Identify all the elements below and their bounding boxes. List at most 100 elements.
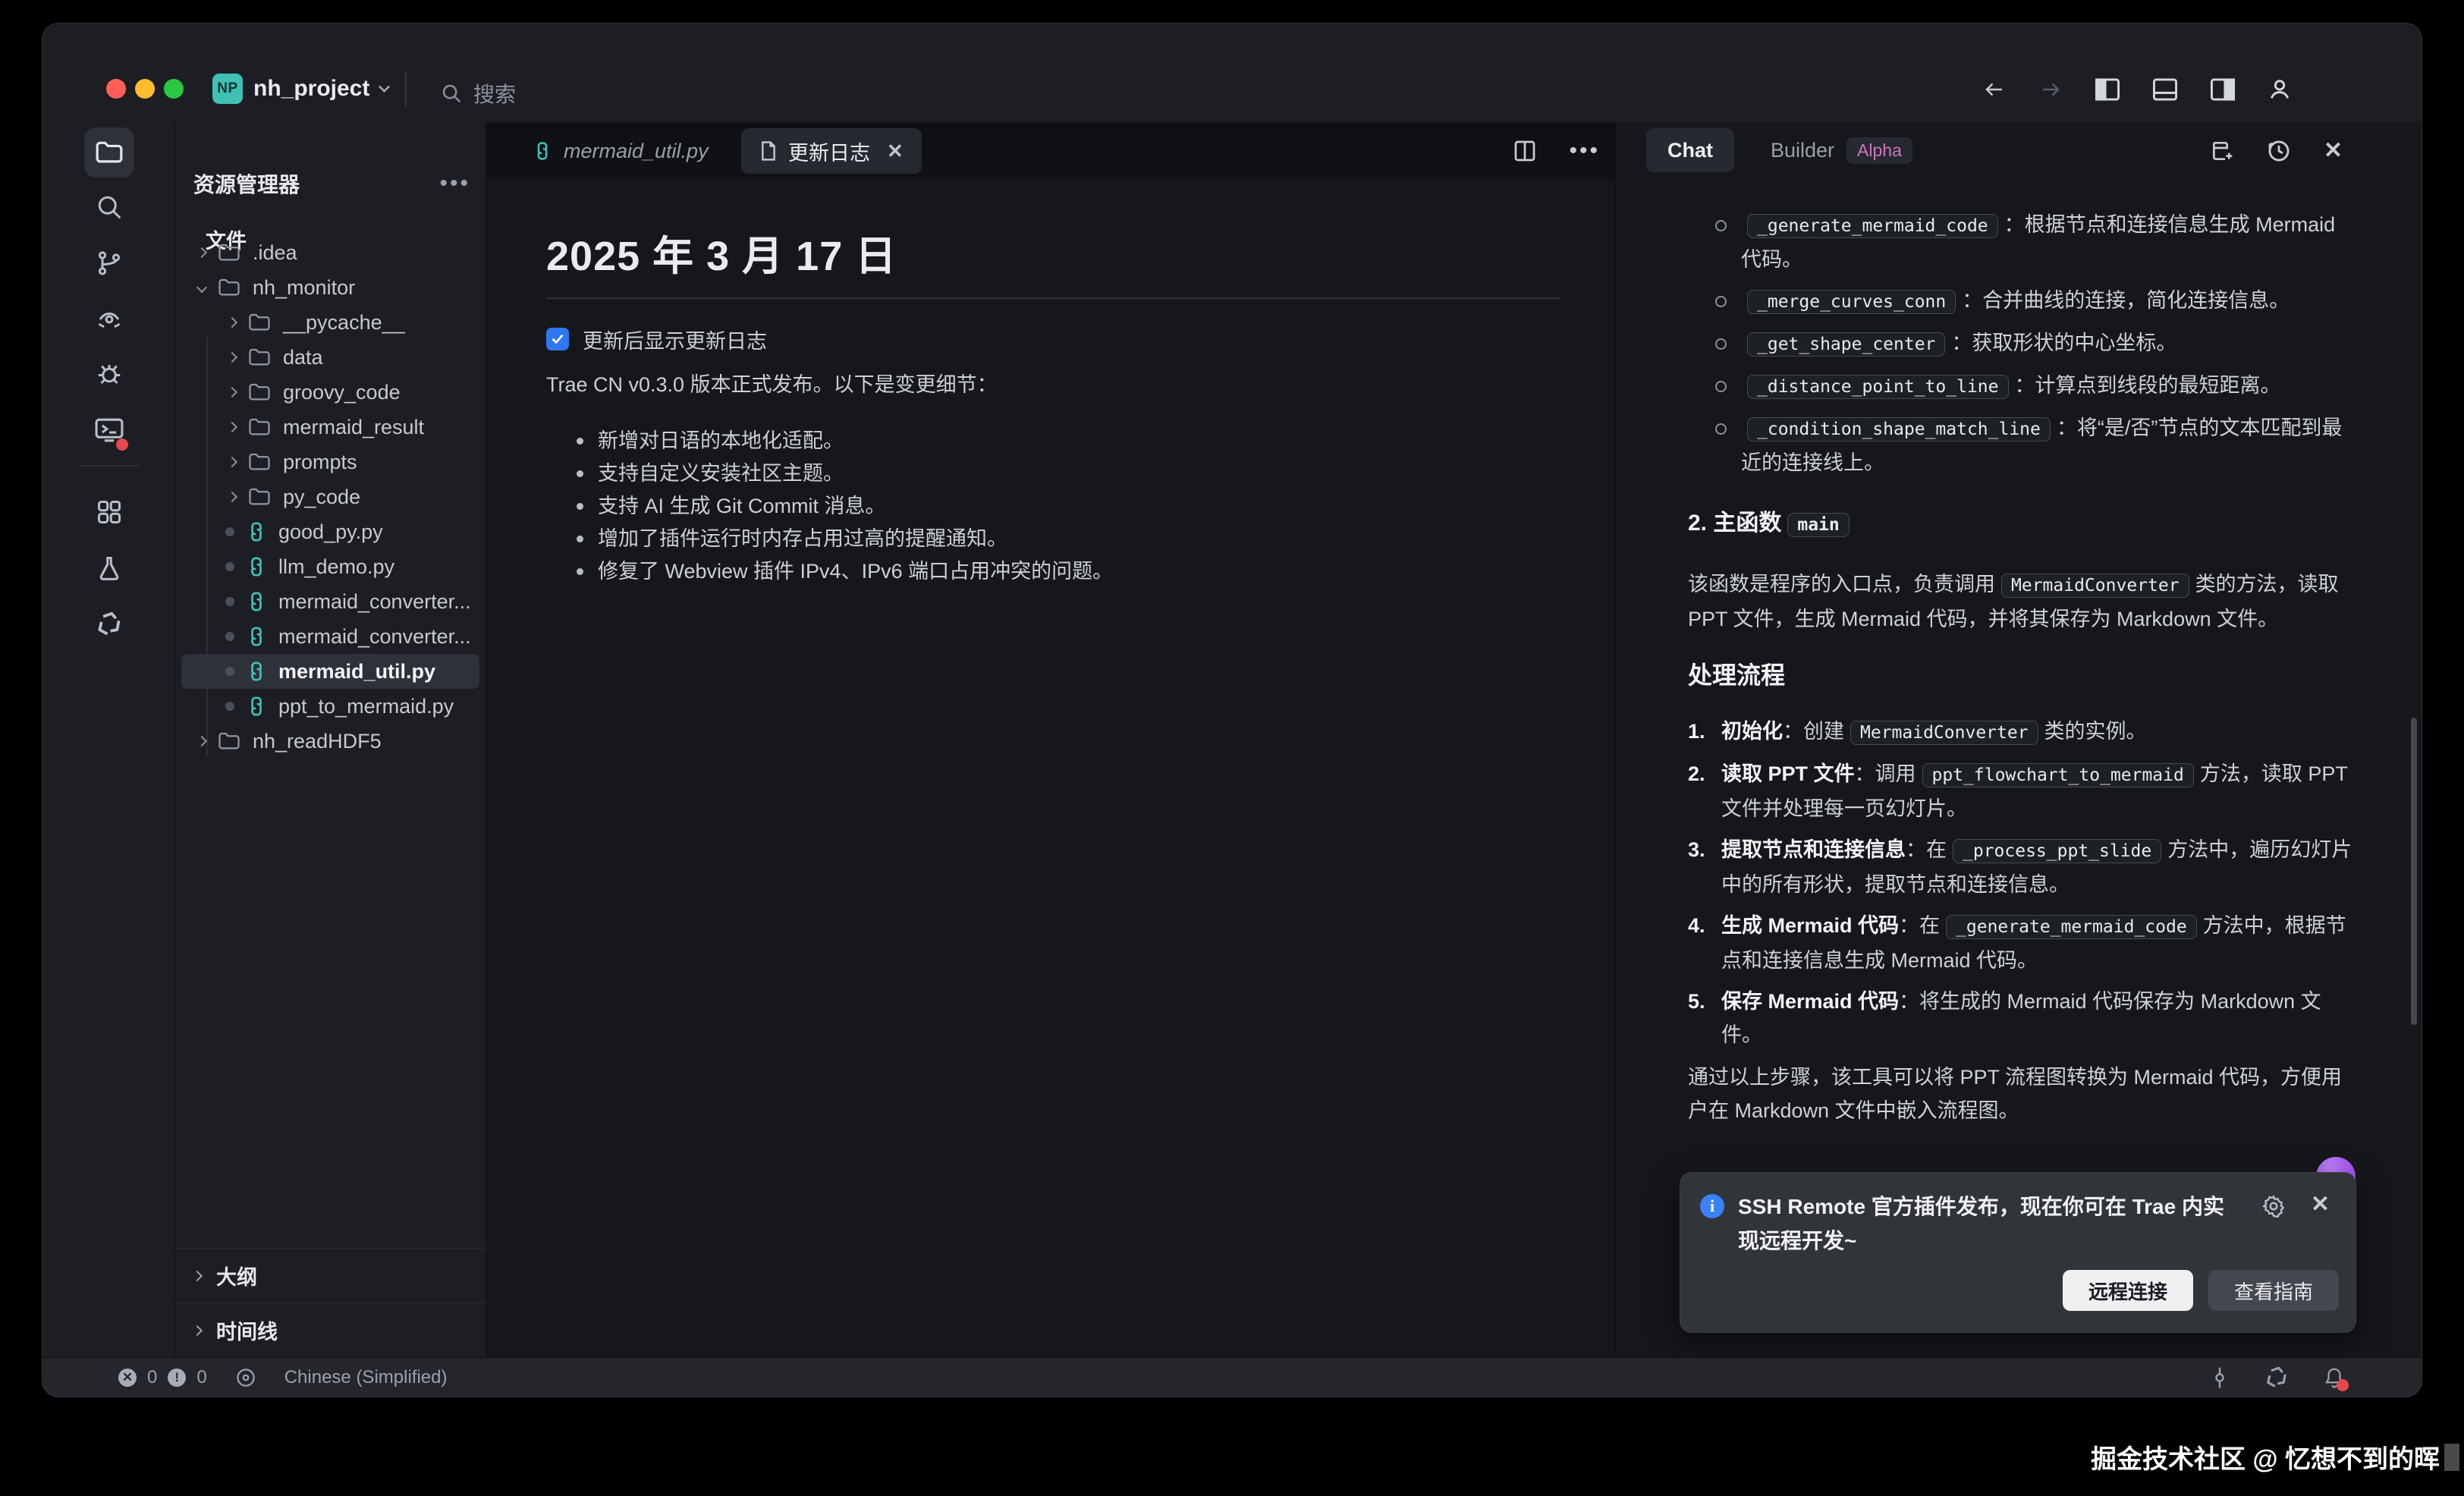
- chat-scrollbar[interactable]: [2411, 718, 2417, 1025]
- extensions-icon[interactable]: [84, 487, 134, 537]
- project-switcher[interactable]: NP nh_project: [212, 74, 388, 104]
- close-window-button[interactable]: [106, 79, 126, 99]
- tab-changelog[interactable]: 更新日志 ✕: [741, 128, 922, 174]
- tree-item-.idea[interactable]: .idea: [181, 235, 479, 270]
- tree-item-ppt_to_mermaid.py[interactable]: ppt_to_mermaid.py: [181, 689, 479, 724]
- tree-item-label: ppt_to_mermaid.py: [278, 695, 454, 718]
- tab-chat[interactable]: Chat: [1646, 128, 1734, 172]
- tree-item-llm_demo.py[interactable]: llm_demo.py: [181, 549, 479, 584]
- gear-icon[interactable]: [2261, 1194, 2286, 1218]
- chevron-right-icon: [196, 247, 207, 258]
- account-icon[interactable]: [2267, 77, 2293, 102]
- tree-item-__pycache__[interactable]: __pycache__: [181, 305, 479, 340]
- forward-arrow-icon[interactable]: [2038, 78, 2063, 101]
- tree-item-groovy_code[interactable]: groovy_code: [181, 375, 479, 410]
- watermark: 掘金技术社区 @ 忆想不到的晖: [2091, 1438, 2459, 1476]
- close-notification-icon[interactable]: ✕: [2311, 1191, 2330, 1218]
- warning-circle-icon[interactable]: !: [168, 1369, 186, 1387]
- chat-header: Chat Builder Alpha ✕: [1616, 122, 2422, 179]
- tree-item-good_py.py[interactable]: good_py.py: [181, 514, 479, 549]
- toggle-bottom-panel-icon[interactable]: [2151, 77, 2179, 102]
- code-chip: ppt_flowchart_to_mermaid: [1922, 763, 2194, 787]
- search-view-icon[interactable]: [84, 182, 134, 232]
- toggle-left-panel-icon[interactable]: [2094, 77, 2121, 102]
- test-flask-icon[interactable]: [84, 543, 134, 593]
- method-item: _condition_shape_match_line：将“是/否”节点的文本匹…: [1711, 411, 2356, 479]
- screencast-icon[interactable]: [234, 1366, 257, 1389]
- bell-icon[interactable]: [2323, 1366, 2346, 1390]
- watch-view-icon[interactable]: [84, 294, 134, 344]
- chevron-right-icon: [192, 1325, 203, 1335]
- show-changelog-checkbox[interactable]: [546, 328, 569, 350]
- method-desc: ：合并曲线的连接，简化连接信息。: [1962, 289, 2290, 312]
- trae-logo-icon[interactable]: [2264, 1365, 2290, 1391]
- tab-builder[interactable]: Builder Alpha: [1771, 128, 1912, 172]
- timeline-section[interactable]: 时间线: [175, 1303, 486, 1357]
- split-editor-icon[interactable]: [1513, 139, 1537, 163]
- code-chip: _condition_shape_match_line: [1747, 417, 2051, 442]
- folder-icon: [218, 731, 240, 751]
- global-search[interactable]: 搜索: [440, 78, 516, 108]
- tab-mermaid-util[interactable]: mermaid_util.py: [514, 128, 727, 174]
- terminal-icon[interactable]: [84, 405, 134, 455]
- tree-item-label: mermaid_converter...: [278, 590, 471, 614]
- tree-item-data[interactable]: data: [181, 340, 479, 375]
- language-indicator[interactable]: Chinese (Simplified): [284, 1367, 448, 1388]
- file-dot: [225, 667, 234, 676]
- python-file-icon: [245, 660, 268, 683]
- tree-item-label: prompts: [283, 451, 357, 474]
- close-panel-icon[interactable]: ✕: [2324, 137, 2343, 164]
- new-chat-icon[interactable]: [2210, 139, 2234, 163]
- warning-count[interactable]: 0: [196, 1367, 206, 1388]
- method-item: _generate_mermaid_code：根据节点和连接信息生成 Merma…: [1711, 208, 2356, 276]
- history-icon[interactable]: [2266, 138, 2292, 164]
- debug-icon[interactable]: [84, 349, 134, 399]
- tree-item-label: mermaid_result: [283, 416, 424, 439]
- tree-item-prompts[interactable]: prompts: [181, 445, 479, 479]
- zoom-window-button[interactable]: [164, 79, 184, 99]
- close-tab-icon[interactable]: ✕: [887, 140, 904, 163]
- chevron-right-icon: [227, 492, 237, 502]
- tree-item-py_code[interactable]: py_code: [181, 479, 479, 514]
- toggle-right-panel-icon[interactable]: [2209, 77, 2236, 102]
- minimize-window-button[interactable]: [135, 79, 155, 99]
- folder-icon: [248, 417, 271, 437]
- file-dot: [225, 632, 234, 641]
- tree-item-mermaid_util.py[interactable]: mermaid_util.py: [181, 654, 479, 689]
- error-circle-icon[interactable]: ✕: [118, 1369, 137, 1387]
- tree-item-label: groovy_code: [283, 381, 401, 404]
- tree-item-nh_readHDF5[interactable]: nh_readHDF5: [181, 724, 479, 759]
- process-step: 1.初始化：创建MermaidConverter类的实例。: [1688, 715, 2356, 750]
- chevron-right-icon: [227, 317, 237, 328]
- search-icon: [440, 82, 463, 105]
- back-arrow-icon[interactable]: [1982, 78, 2007, 101]
- tree-item-mermaid_converter...[interactable]: mermaid_converter...: [181, 584, 479, 619]
- remote-connect-button[interactable]: 远程连接: [2063, 1270, 2193, 1311]
- tree-item-mermaid_converter...[interactable]: mermaid_converter...: [181, 619, 479, 654]
- source-control-icon[interactable]: [84, 238, 134, 288]
- tree-item-mermaid_result[interactable]: mermaid_result: [181, 410, 479, 445]
- explorer-icon[interactable]: [84, 127, 134, 178]
- chevron-right-icon: [196, 736, 207, 746]
- editor-more-icon[interactable]: •••: [1569, 138, 1600, 164]
- tree-item-label: mermaid_util.py: [278, 660, 435, 684]
- explorer-more-icon[interactable]: •••: [439, 171, 470, 196]
- python-file-icon: [245, 695, 268, 718]
- error-count[interactable]: 0: [147, 1367, 157, 1388]
- outline-section[interactable]: 大纲: [175, 1248, 486, 1303]
- trae-plugin-icon[interactable]: [84, 599, 134, 649]
- process-step: 4.生成 Mermaid 代码：在_generate_mermaid_code方…: [1688, 909, 2356, 977]
- python-file-icon: [245, 555, 268, 578]
- python-file-icon: [245, 590, 268, 613]
- tree-item-label: nh_monitor: [253, 276, 355, 300]
- chevron-right-icon: [227, 422, 237, 432]
- folder-icon: [218, 243, 240, 262]
- folder-icon: [248, 313, 271, 332]
- commit-icon[interactable]: [2209, 1366, 2230, 1390]
- status-bar: ✕ 0 ! 0 Chinese (Simplified): [42, 1357, 2422, 1397]
- file-dot: [225, 597, 234, 606]
- release-notes-list: 新增对日语的本地化适配。支持自定义安装社区主题。支持 AI 生成 Git Com…: [575, 425, 1560, 588]
- tree-item-nh_monitor[interactable]: nh_monitor: [181, 270, 479, 305]
- view-guide-button[interactable]: 查看指南: [2208, 1270, 2339, 1311]
- process-heading: 处理流程: [1688, 658, 2356, 692]
